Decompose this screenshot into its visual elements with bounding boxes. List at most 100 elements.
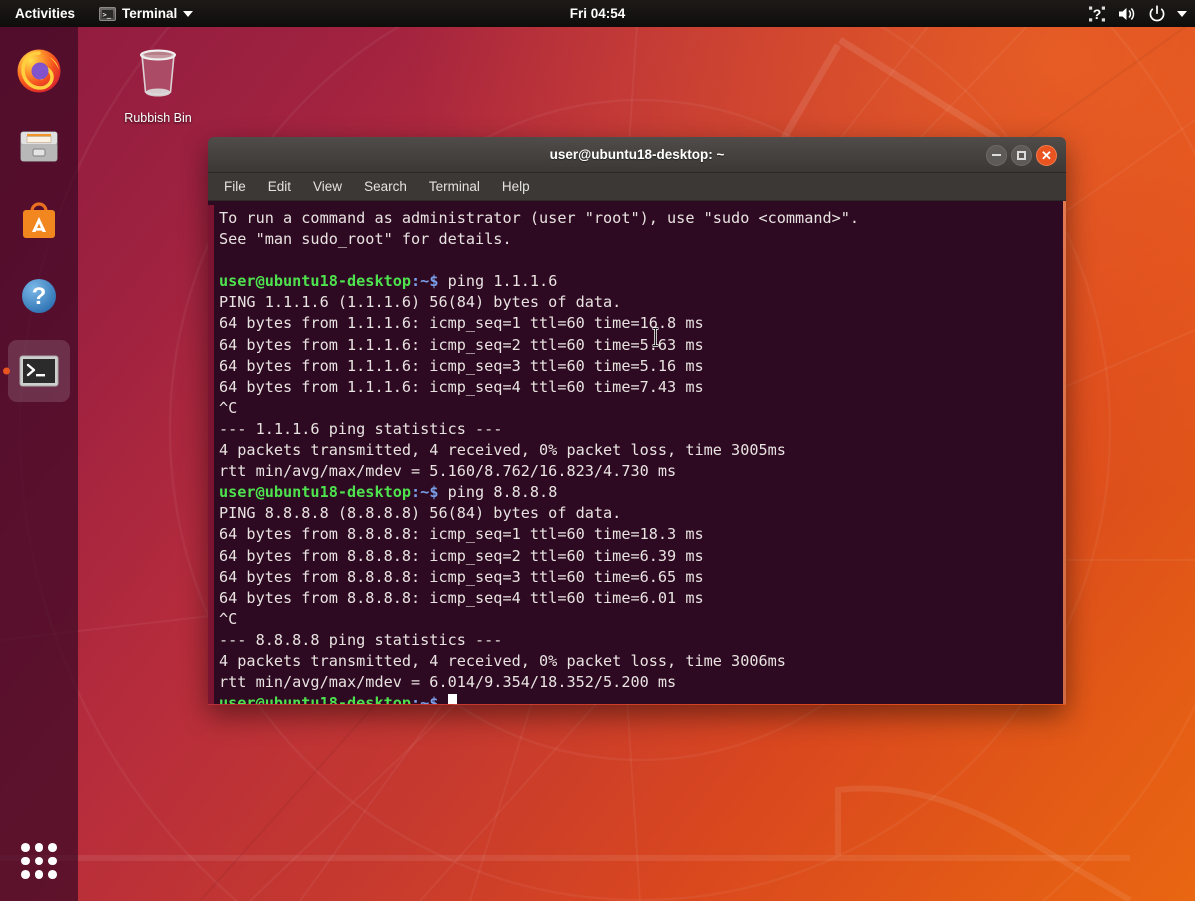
terminal-line: --- 8.8.8.8 ping statistics --- xyxy=(219,630,1060,651)
terminal-window: user@ubuntu18-desktop: ~ ✕ File Edit Vie… xyxy=(208,137,1066,705)
terminal-line: --- 1.1.1.6 ping statistics --- xyxy=(219,419,1060,440)
menu-file[interactable]: File xyxy=(221,177,249,196)
terminal-line-text: 64 bytes from 8.8.8.8: icmp_seq=3 ttl=60… xyxy=(219,568,704,586)
menu-edit[interactable]: Edit xyxy=(265,177,294,196)
minimize-button[interactable] xyxy=(986,145,1007,166)
terminal-line: rtt min/avg/max/mdev = 5.160/8.762/16.82… xyxy=(219,461,1060,482)
app-menu-terminal[interactable]: Terminal xyxy=(94,3,198,24)
terminal-prompt-path: :~$ xyxy=(411,272,438,290)
window-titlebar[interactable]: user@ubuntu18-desktop: ~ ✕ xyxy=(208,137,1066,173)
terminal-line: user@ubuntu18-desktop:~$ xyxy=(219,693,1060,704)
menu-terminal[interactable]: Terminal xyxy=(426,177,483,196)
terminal-menubar: File Edit View Search Terminal Help xyxy=(208,173,1066,201)
terminal-line-text: ^C xyxy=(219,399,237,417)
svg-text:?: ? xyxy=(1093,6,1102,22)
dock: ? xyxy=(0,27,78,901)
file-manager-icon xyxy=(15,122,63,170)
menu-help[interactable]: Help xyxy=(499,177,533,196)
terminal-command: ping 8.8.8.8 xyxy=(438,483,557,501)
software-store-icon xyxy=(15,197,63,245)
terminal-cursor xyxy=(448,694,457,704)
help-circle-icon: ? xyxy=(15,272,63,320)
terminal-command: ping 1.1.1.6 xyxy=(438,272,557,290)
terminal-line-text: rtt min/avg/max/mdev = 6.014/9.354/18.35… xyxy=(219,673,676,691)
terminal-line-text: PING 1.1.1.6 (1.1.1.6) 56(84) bytes of d… xyxy=(219,293,621,311)
menu-view[interactable]: View xyxy=(310,177,345,196)
terminal-line-text: To run a command as administrator (user … xyxy=(219,209,859,227)
dock-item-terminal[interactable] xyxy=(8,340,70,402)
terminal-line: 4 packets transmitted, 4 received, 0% pa… xyxy=(219,651,1060,672)
terminal-line: user@ubuntu18-desktop:~$ ping 8.8.8.8 xyxy=(219,482,1060,503)
grid-dot xyxy=(21,857,30,866)
app-menu-label: Terminal xyxy=(122,6,177,21)
system-menu-caret-icon[interactable] xyxy=(1177,11,1187,17)
terminal-prompt-user: user@ubuntu18-desktop xyxy=(219,483,411,501)
terminal-command xyxy=(438,694,447,704)
volume-icon[interactable] xyxy=(1117,5,1137,23)
terminal-output[interactable]: To run a command as administrator (user … xyxy=(214,205,1066,704)
terminal-line-text: PING 8.8.8.8 (8.8.8.8) 56(84) bytes of d… xyxy=(219,504,621,522)
terminal-line-text: 64 bytes from 8.8.8.8: icmp_seq=1 ttl=60… xyxy=(219,525,704,543)
grid-dot xyxy=(35,870,44,879)
close-icon: ✕ xyxy=(1041,149,1052,162)
maximize-button[interactable] xyxy=(1011,145,1032,166)
grid-dot xyxy=(35,843,44,852)
terminal-line-text: 64 bytes from 1.1.1.6: icmp_seq=4 ttl=60… xyxy=(219,378,704,396)
power-icon[interactable] xyxy=(1148,5,1166,23)
terminal-line: PING 8.8.8.8 (8.8.8.8) 56(84) bytes of d… xyxy=(219,503,1060,524)
terminal-line-text: --- 1.1.1.6 ping statistics --- xyxy=(219,420,502,438)
terminal-line: 64 bytes from 1.1.1.6: icmp_seq=2 ttl=60… xyxy=(219,335,1060,356)
dock-item-software[interactable] xyxy=(8,190,70,252)
activities-label: Activities xyxy=(15,6,75,21)
terminal-line-text: 64 bytes from 8.8.8.8: icmp_seq=4 ttl=60… xyxy=(219,589,704,607)
terminal-line: rtt min/avg/max/mdev = 6.014/9.354/18.35… xyxy=(219,672,1060,693)
terminal-line-text: 64 bytes from 1.1.1.6: icmp_seq=3 ttl=60… xyxy=(219,357,704,375)
terminal-line: ^C xyxy=(219,609,1060,630)
terminal-line: See "man sudo_root" for details. xyxy=(219,229,1060,250)
menu-search[interactable]: Search xyxy=(361,177,410,196)
terminal-line: 4 packets transmitted, 4 received, 0% pa… xyxy=(219,440,1060,461)
terminal-prompt-user: user@ubuntu18-desktop xyxy=(219,694,411,704)
dock-item-help[interactable]: ? xyxy=(8,265,70,327)
terminal-body[interactable]: To run a command as administrator (user … xyxy=(208,201,1066,704)
terminal-line: 64 bytes from 1.1.1.6: icmp_seq=4 ttl=60… xyxy=(219,377,1060,398)
dock-item-firefox[interactable] xyxy=(8,40,70,102)
dock-item-files[interactable] xyxy=(8,115,70,177)
terminal-prompt-path: :~$ xyxy=(411,694,438,704)
terminal-line-text: 64 bytes from 8.8.8.8: icmp_seq=2 ttl=60… xyxy=(219,547,704,565)
window-controls: ✕ xyxy=(986,137,1057,173)
terminal-line-text: See "man sudo_root" for details. xyxy=(219,230,512,248)
terminal-icon xyxy=(15,347,63,395)
terminal-line xyxy=(219,250,1060,271)
clock[interactable]: Fri 04:54 xyxy=(498,6,698,21)
activities-button[interactable]: Activities xyxy=(10,3,80,24)
grid-dot xyxy=(48,857,57,866)
terminal-line-text: --- 8.8.8.8 ping statistics --- xyxy=(219,631,502,649)
chevron-down-icon xyxy=(183,11,193,17)
show-applications-button[interactable] xyxy=(15,837,63,885)
terminal-line: ^C xyxy=(219,398,1060,419)
accessibility-icon[interactable]: ? xyxy=(1088,5,1106,23)
terminal-line-text: rtt min/avg/max/mdev = 5.160/8.762/16.82… xyxy=(219,462,676,480)
terminal-line-text: 4 packets transmitted, 4 received, 0% pa… xyxy=(219,652,786,670)
svg-text:?: ? xyxy=(32,283,47,310)
maximize-icon xyxy=(1017,151,1026,160)
terminal-prompt-path: :~$ xyxy=(411,483,438,501)
desktop-icon-rubbish-bin[interactable]: Rubbish Bin xyxy=(112,46,204,125)
close-button[interactable]: ✕ xyxy=(1036,145,1057,166)
system-tray[interactable]: ? xyxy=(1088,0,1187,27)
terminal-icon xyxy=(99,7,116,21)
desktop-icon-label: Rubbish Bin xyxy=(112,111,204,125)
grid-dot xyxy=(48,870,57,879)
terminal-line-text: ^C xyxy=(219,610,237,628)
terminal-line: 64 bytes from 8.8.8.8: icmp_seq=3 ttl=60… xyxy=(219,567,1060,588)
running-indicator-dot xyxy=(3,368,10,375)
terminal-line: 64 bytes from 1.1.1.6: icmp_seq=3 ttl=60… xyxy=(219,356,1060,377)
minimize-icon xyxy=(992,154,1001,156)
terminal-line: 64 bytes from 8.8.8.8: icmp_seq=4 ttl=60… xyxy=(219,588,1060,609)
terminal-line-text: 64 bytes from 1.1.1.6: icmp_seq=2 ttl=60… xyxy=(219,336,704,354)
top-bar: Activities Terminal Fri 04:54 ? xyxy=(0,0,1195,27)
terminal-line: user@ubuntu18-desktop:~$ ping 1.1.1.6 xyxy=(219,271,1060,292)
window-title: user@ubuntu18-desktop: ~ xyxy=(550,147,725,162)
terminal-line: To run a command as administrator (user … xyxy=(219,208,1060,229)
